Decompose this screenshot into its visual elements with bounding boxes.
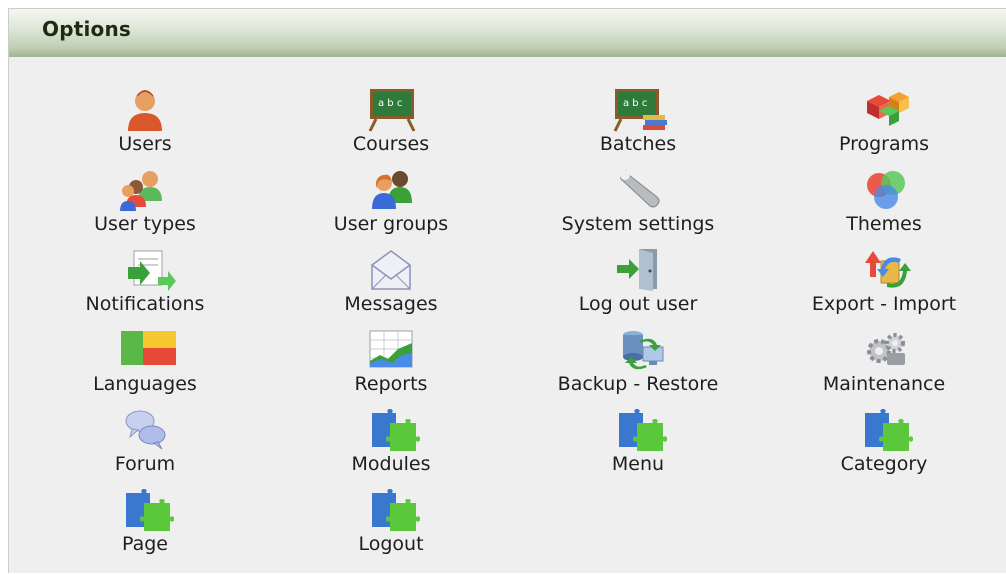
chalkboard-icon: a b c [356, 87, 426, 133]
option-label: Menu [611, 453, 665, 475]
puzzle-icon [356, 487, 426, 533]
options-panel: Options Users a b c Courses a b c Batche… [8, 8, 1006, 573]
option-reports[interactable]: Reports [281, 327, 501, 405]
option-label: Log out user [578, 293, 698, 315]
speech-bubbles-icon [110, 407, 180, 453]
option-themes[interactable]: Themes [774, 167, 994, 245]
option-category[interactable]: Category [774, 407, 994, 485]
option-user-types[interactable]: User types [35, 167, 255, 245]
option-label: Batches [599, 133, 677, 155]
backup-icon [603, 327, 673, 373]
option-label: Programs [838, 133, 930, 155]
option-label: Modules [351, 453, 431, 475]
color-circles-icon [849, 167, 919, 213]
option-label: Category [840, 453, 928, 475]
option-label: Maintenance [822, 373, 946, 395]
option-export-import[interactable]: Export - Import [774, 247, 994, 325]
option-modules[interactable]: Modules [281, 407, 501, 485]
option-label: Reports [354, 373, 428, 395]
option-courses[interactable]: a b c Courses [281, 87, 501, 165]
option-page[interactable]: Page [35, 487, 255, 565]
option-label: Users [118, 133, 172, 155]
wrench-icon [603, 167, 673, 213]
user-types-icon [110, 167, 180, 213]
user-group-icon [356, 167, 426, 213]
chart-icon [356, 327, 426, 373]
option-programs[interactable]: Programs [774, 87, 994, 165]
option-label: Logout [358, 533, 424, 555]
puzzle-icon [603, 407, 673, 453]
option-label: Notifications [85, 293, 205, 315]
option-users[interactable]: Users [35, 87, 255, 165]
option-label: System settings [561, 213, 715, 235]
option-languages[interactable]: Languages [35, 327, 255, 405]
options-grid: Users a b c Courses a b c Batches Progra… [9, 9, 1006, 574]
option-maintenance[interactable]: Maintenance [774, 327, 994, 405]
option-label: User types [94, 213, 196, 235]
option-label: Export - Import [811, 293, 957, 315]
option-label: Forum [114, 453, 176, 475]
flag-icon [110, 327, 180, 373]
option-label: User groups [333, 213, 449, 235]
chalkboard-books-icon: a b c [603, 87, 673, 133]
option-system-settings[interactable]: System settings [528, 167, 748, 245]
option-label: Themes [846, 213, 922, 235]
user-icon [110, 87, 180, 133]
option-menu[interactable]: Menu [528, 407, 748, 485]
export-import-icon [849, 247, 919, 293]
option-label: Courses [352, 133, 430, 155]
option-batches[interactable]: a b c Batches [528, 87, 748, 165]
option-messages[interactable]: Messages [281, 247, 501, 325]
puzzle-icon [110, 487, 180, 533]
logout-door-icon [603, 247, 673, 293]
option-logout[interactable]: Logout [281, 487, 501, 565]
cubes-icon [849, 87, 919, 133]
option-label: Languages [93, 373, 197, 395]
option-log-out-user[interactable]: Log out user [528, 247, 748, 325]
puzzle-icon [356, 407, 426, 453]
option-label: Backup - Restore [557, 373, 719, 395]
svg-text:a b c: a b c [623, 98, 647, 109]
option-user-groups[interactable]: User groups [281, 167, 501, 245]
option-backup-restore[interactable]: Backup - Restore [528, 327, 748, 405]
gears-icon [849, 327, 919, 373]
option-label: Messages [344, 293, 438, 315]
notification-icon [110, 247, 180, 293]
envelope-icon [356, 247, 426, 293]
option-notifications[interactable]: Notifications [35, 247, 255, 325]
puzzle-icon [849, 407, 919, 453]
svg-text:a b c: a b c [378, 98, 402, 109]
option-forum[interactable]: Forum [35, 407, 255, 485]
option-label: Page [122, 533, 168, 555]
